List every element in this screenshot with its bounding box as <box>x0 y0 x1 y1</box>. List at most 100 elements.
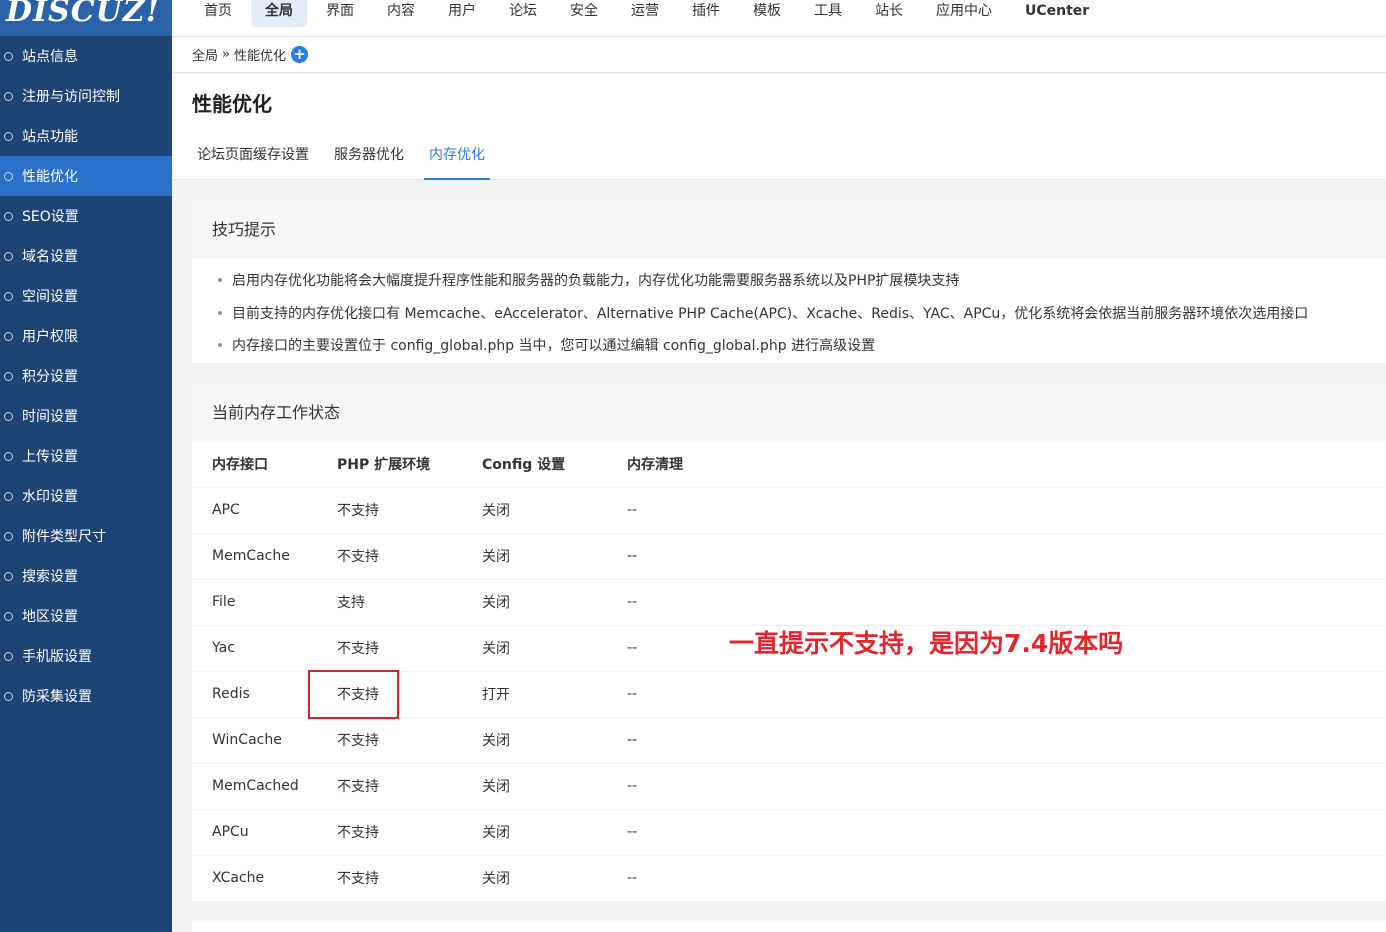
circle-icon <box>4 611 13 621</box>
table-cell: XCache <box>212 870 265 887</box>
table-row: APC 不支持 关闭 -- <box>192 487 1386 534</box>
nav-item[interactable]: 用户 <box>434 0 490 27</box>
nav-item[interactable]: 全局 <box>251 0 307 27</box>
page-title: 性能优化 <box>192 92 272 116</box>
table-cell: 关闭 <box>482 871 510 888</box>
table-cell: 不支持 <box>337 717 482 764</box>
table-cell: -- <box>627 763 1386 810</box>
sidebar-item[interactable]: 空间设置 <box>0 276 172 316</box>
nav-item[interactable]: 内容 <box>373 0 429 27</box>
table-cell: 关闭 <box>482 809 627 856</box>
sidebar-item[interactable]: 用户权限 <box>0 316 172 356</box>
sidebar-item[interactable]: 水印设置 <box>0 476 172 516</box>
sidebar-item[interactable]: 性能优化 <box>0 156 172 196</box>
table-cell: 不支持 <box>337 871 379 888</box>
table-cell: 关闭 <box>482 579 627 626</box>
table-row: File 支持 关闭 -- <box>192 579 1386 626</box>
nav-item[interactable]: 站长 <box>861 0 917 27</box>
tip-item: 内存接口的主要设置位于 config_global.php 当中，您可以通过编辑… <box>216 330 1386 363</box>
nav-item[interactable]: 安全 <box>556 0 612 27</box>
sidebar-item[interactable]: 地区设置 <box>0 596 172 636</box>
sidebar-item[interactable]: 时间设置 <box>0 396 172 436</box>
table-cell: MemCached <box>192 763 337 810</box>
table-cell: 支持 <box>337 579 482 626</box>
table-cell: APCu <box>192 809 337 856</box>
circle-icon <box>4 491 13 501</box>
tip-item: 启用内存优化功能将会大幅度提升程序性能和服务器的负载能力，内存优化功能需要服务器… <box>216 265 1386 298</box>
next-panel <box>192 921 1386 932</box>
circle-icon <box>4 651 13 661</box>
tab[interactable]: 内存优化 <box>424 136 490 180</box>
sidebar-item-label: 积分设置 <box>22 369 78 385</box>
table-row: XCache 不支持 关闭 -- <box>192 855 1386 901</box>
table-cell: 不支持 <box>337 763 482 810</box>
tips-panel: 技巧提示 启用内存优化功能将会大幅度提升程序性能和服务器的负载能力，内存优化功能… <box>192 201 1386 363</box>
sidebar-item-label: 空间设置 <box>22 289 78 305</box>
nav-item[interactable]: 运营 <box>617 0 673 27</box>
table-cell: -- <box>627 487 1386 534</box>
tab[interactable]: 论坛页面缓存设置 <box>192 136 314 180</box>
table-cell: 关闭 <box>482 717 627 764</box>
sidebar-item[interactable]: 站点信息 <box>0 36 172 76</box>
sidebar-item-label: 防采集设置 <box>22 689 92 705</box>
sidebar: DISCUZ! 站点信息 注册与访问控制站点功能性能优化 SEO设置 域名设置空间设置… <box>0 0 172 932</box>
sidebar-item[interactable]: 域名设置 <box>0 236 172 276</box>
column-header: 内存接口 <box>192 441 337 488</box>
tips-list: 启用内存优化功能将会大幅度提升程序性能和服务器的负载能力，内存优化功能需要服务器… <box>192 259 1386 363</box>
breadcrumb: 全局 » 性能优化 + <box>172 37 1386 73</box>
sidebar-item-label: 性能优化 <box>22 169 78 185</box>
table-cell: 关闭 <box>482 487 627 534</box>
tab-bar: 论坛页面缓存设置 服务器优化 内存优化 <box>192 136 505 180</box>
circle-icon <box>4 51 13 61</box>
nav-item[interactable]: UCenter <box>1011 0 1103 27</box>
breadcrumb-separator: » <box>222 47 230 62</box>
nav-item[interactable]: 工具 <box>800 0 856 27</box>
add-shortcut-icon[interactable]: + <box>291 46 308 63</box>
table-row: MemCache 不支持 关闭 -- <box>192 533 1386 580</box>
nav-item[interactable]: 界面 <box>312 0 368 27</box>
breadcrumb-root[interactable]: 全局 <box>192 45 218 64</box>
column-header: Config 设置 <box>482 441 627 488</box>
sidebar-item[interactable]: 附件类型尺寸 <box>0 516 172 556</box>
annotation-text: 一直提示不支持，是因为7.4版本吗 <box>729 629 1124 658</box>
circle-icon <box>4 171 13 181</box>
discuz-logo[interactable]: DISCUZ! <box>0 0 172 36</box>
sidebar-item[interactable]: 积分设置 <box>0 356 172 396</box>
sidebar-item[interactable]: 手机版设置 <box>0 636 172 676</box>
status-title: 当前内存工作状态 <box>192 385 1386 441</box>
logo-text: DISCUZ! <box>6 0 160 29</box>
tab[interactable]: 服务器优化 <box>329 136 409 180</box>
circle-icon <box>4 691 13 701</box>
sidebar-item-label: 水印设置 <box>22 489 78 505</box>
circle-icon <box>4 291 13 301</box>
circle-icon <box>4 451 13 461</box>
sidebar-item[interactable]: 上传设置 <box>0 436 172 476</box>
nav-item[interactable]: 模板 <box>739 0 795 27</box>
sidebar-item-label: 上传设置 <box>22 449 78 465</box>
table-cell: Yac <box>192 625 337 672</box>
table-cell: 不支持 <box>337 671 482 718</box>
nav-item[interactable]: 首页 <box>190 0 246 27</box>
sidebar-item[interactable]: 注册与访问控制 <box>0 76 172 116</box>
breadcrumb-current: 性能优化 <box>233 49 286 64</box>
nav-item[interactable]: 插件 <box>678 0 734 27</box>
nav-item[interactable]: 论坛 <box>495 0 551 27</box>
sidebar-item[interactable]: SEO设置 <box>0 196 172 236</box>
table-cell: 不支持 <box>337 533 482 580</box>
sidebar-item-label: 附件类型尺寸 <box>22 529 106 545</box>
circle-icon <box>4 531 13 541</box>
table-cell: -- <box>627 870 638 887</box>
table-row: Redis 不支持 打开 -- <box>192 671 1386 718</box>
table-cell: -- <box>627 717 1386 764</box>
sidebar-item-label: 手机版设置 <box>22 649 92 665</box>
sidebar-item[interactable]: 站点功能 <box>0 116 172 156</box>
sidebar-item[interactable]: 搜索设置 <box>0 556 172 596</box>
nav-item[interactable]: 应用中心 <box>922 0 1006 27</box>
sidebar-item-label: 站点功能 <box>22 129 78 145</box>
table-cell: 打开 <box>482 671 627 718</box>
table-row: APCu 不支持 关闭 -- <box>192 809 1386 856</box>
sidebar-item[interactable]: 防采集设置 <box>0 676 172 716</box>
table-cell: -- <box>627 533 1386 580</box>
sidebar-item-label: 搜索设置 <box>22 569 78 585</box>
sidebar-item-label: 地区设置 <box>22 609 78 625</box>
